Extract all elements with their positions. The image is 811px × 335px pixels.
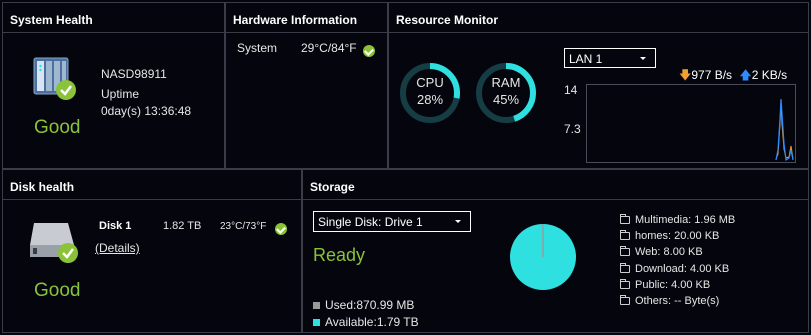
disk-name: Disk 1 xyxy=(99,220,132,232)
available-legend: Available:1.79 TB xyxy=(313,315,419,329)
folder-icon xyxy=(620,230,630,241)
list-item: Multimedia: 1.96 MB xyxy=(620,214,735,230)
resource-monitor-panel: Resource Monitor CPU 28% RAM 45% LAN 1 🡇… xyxy=(388,2,809,169)
storage-status: Ready xyxy=(313,245,366,265)
upload-rate: 2 KB/s xyxy=(751,68,788,82)
folder-icon xyxy=(620,262,630,273)
folder-icon xyxy=(620,246,630,257)
system-temp-value: 29°C/84°F xyxy=(301,41,357,55)
ram-label: RAM xyxy=(491,75,521,90)
chart-y-mid: 7.3 xyxy=(564,122,581,136)
folder-label: Multimedia: 1.96 MB xyxy=(635,214,736,226)
temp-ok-icon xyxy=(363,44,375,57)
uptime-label: Uptime xyxy=(101,87,140,101)
disk-health-panel: Disk health Disk 1 1.82 TB 23°C/73°F (De… xyxy=(2,169,302,333)
nas-device-icon xyxy=(30,54,78,102)
available-label: Available:1.79 TB xyxy=(325,315,419,329)
folder-list: Multimedia: 1.96 MB homes: 20.00 KB Web:… xyxy=(620,214,735,311)
uptime-value: 0day(s) 13:36:48 xyxy=(101,104,192,118)
chevron-down-icon xyxy=(640,57,646,60)
disk-select[interactable]: Single Disk: Drive 1 xyxy=(313,211,471,232)
list-item: Download: 4.00 KB xyxy=(620,263,735,279)
ram-value: 45% xyxy=(492,92,520,107)
disk-size: 1.82 TB xyxy=(163,220,202,232)
device-name: NASD98911 xyxy=(101,67,167,81)
folder-label: Download: 4.00 KB xyxy=(635,262,730,275)
lan-select-value: LAN 1 xyxy=(569,52,603,66)
disk-health-title: Disk health xyxy=(3,170,301,200)
lan-select[interactable]: LAN 1 xyxy=(564,48,656,68)
system-status: Good xyxy=(34,117,81,138)
folder-icon xyxy=(620,214,630,225)
resource-monitor-title: Resource Monitor xyxy=(389,3,808,33)
cpu-label: CPU xyxy=(416,75,444,90)
network-chart xyxy=(586,84,796,163)
system-health-panel: System Health NASD98911 Uptime 0day(s) 1… xyxy=(2,2,225,169)
used-legend-swatch xyxy=(313,302,320,310)
disk-status: Good xyxy=(34,280,81,301)
available-legend-swatch xyxy=(313,319,320,327)
folder-icon xyxy=(620,295,630,306)
chevron-down-icon xyxy=(455,220,461,223)
upload-arrow-icon: 🡅 xyxy=(739,68,752,82)
disk-details-link[interactable]: (Details) xyxy=(95,241,140,255)
download-rate: 977 B/s xyxy=(691,68,733,82)
disk-temp-ok-icon xyxy=(275,222,287,235)
hard-drive-icon xyxy=(30,217,82,265)
used-legend: Used:870.99 MB xyxy=(313,298,414,312)
system-temp-label: System xyxy=(237,41,278,55)
folder-icon xyxy=(620,278,630,289)
folder-label: Public: 4.00 KB xyxy=(635,278,711,291)
storage-pie-chart xyxy=(510,224,576,290)
system-health-title: System Health xyxy=(3,3,224,33)
folder-label: Web: 8.00 KB xyxy=(635,246,703,259)
list-item: Public: 4.00 KB xyxy=(620,279,735,295)
download-arrow-icon: 🡇 xyxy=(679,68,692,82)
storage-title: Storage xyxy=(303,170,808,200)
list-item: homes: 20.00 KB xyxy=(620,230,735,246)
folder-label: homes: 20.00 KB xyxy=(635,230,720,243)
network-chart-frame xyxy=(586,84,796,163)
cpu-value: 28% xyxy=(416,92,444,107)
hardware-panel: Hardware Information System 29°C/84°F xyxy=(225,2,388,169)
disk-select-value: Single Disk: Drive 1 xyxy=(318,215,423,229)
storage-panel: Storage Single Disk: Drive 1 Ready Used:… xyxy=(302,169,809,333)
hardware-title: Hardware Information xyxy=(226,3,387,33)
list-item: Web: 8.00 KB xyxy=(620,246,735,262)
used-label: Used:870.99 MB xyxy=(325,298,415,312)
folder-label: Others: -- Byte(s) xyxy=(635,294,720,307)
chart-y-max: 14 xyxy=(564,83,578,97)
disk-temp: 23°C/73°F xyxy=(220,221,267,232)
list-item: Others: -- Byte(s) xyxy=(620,295,735,311)
